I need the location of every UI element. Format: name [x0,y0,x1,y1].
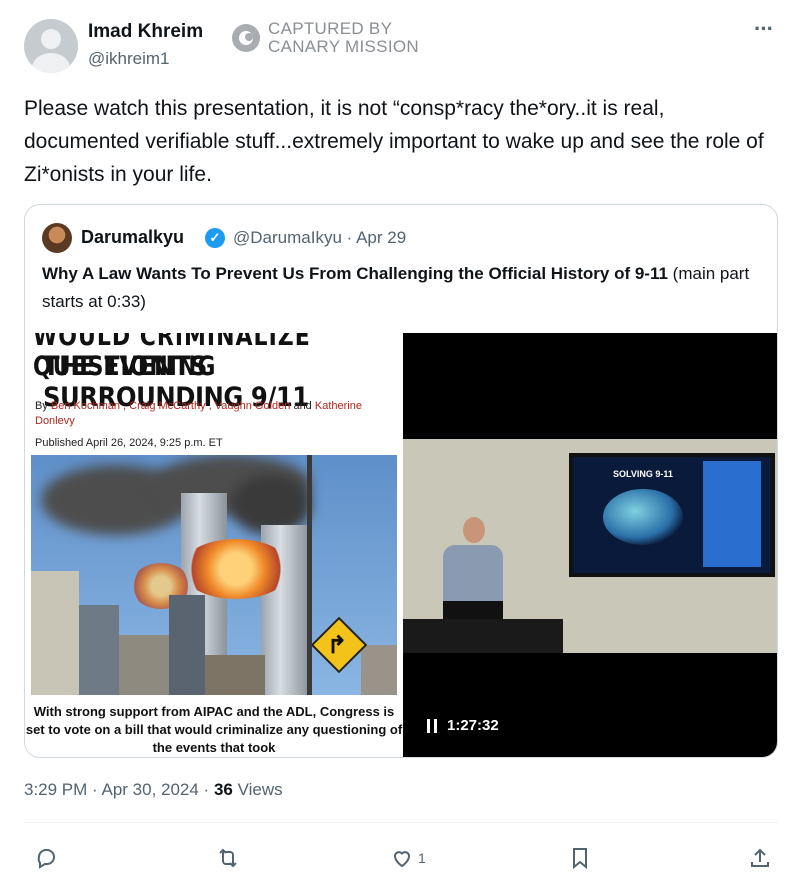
article-photo: ↱ [31,455,397,695]
quoted-author-name[interactable]: Darumalkyu [81,227,184,248]
watermark: CAPTURED BY CANARY MISSION [232,20,419,56]
quoted-author-avatar[interactable] [42,223,72,253]
quoted-tweet-text: Why A Law Wants To Prevent Us From Chall… [42,260,762,316]
reply-button[interactable] [34,840,58,876]
tweet-text: Please watch this presentation, it is no… [24,97,764,186]
article-published: Published April 26, 2024, 9:25 p.m. ET [35,437,223,449]
share-icon [751,848,769,867]
author-handle[interactable]: @ikhreim1 [88,49,170,69]
turn-arrow-icon: ↱ [327,632,348,659]
video-player[interactable]: SOLVING 9-11 1:27:32 [403,333,777,757]
canary-logo-icon [232,24,260,52]
pause-icon[interactable] [427,718,437,733]
like-count: 1 [418,850,426,866]
divider [24,822,778,823]
like-icon [393,851,411,868]
watermark-line-1: CAPTURED BY [268,19,393,38]
author-name[interactable]: Imad Khreim [88,21,203,43]
quoted-author-meta: @DarumaIkyu · Apr 29 [233,228,407,247]
video-frame: SOLVING 9-11 [403,439,777,653]
more-options-button[interactable]: ··· [754,16,774,42]
quoted-title-bold: Why A Law Wants To Prevent Us From Chall… [42,264,668,283]
bookmark-button[interactable] [568,840,592,876]
author-avatar[interactable] [24,19,78,73]
article-caption: With strong support from AIPAC and the A… [25,704,403,755]
like-button[interactable]: 1 [390,840,426,876]
watermark-line-2: CANARY MISSION [268,37,419,56]
article-byline: By Ben Kochman , Craig McCarthy , Vaughn… [35,400,362,427]
views-count: 36 [213,780,233,799]
video-duration[interactable]: 1:27:32 [427,717,499,734]
quoted-tweet-card[interactable]: Darumalkyu ✓ @DarumaIkyu · Apr 29 Why A … [24,204,778,758]
tweet-timestamp: 3:29 PM · Apr 30, 2024 · 36 Views [24,780,283,800]
action-bar: 1 [0,840,800,880]
bookmark-icon [573,848,587,870]
retweet-icon [219,848,237,868]
tweet-time[interactable]: 3:29 PM · Apr 30, 2024 · [24,780,214,799]
share-button[interactable] [748,840,772,876]
video-duration-text: 1:27:32 [447,717,499,734]
reply-icon [37,849,55,869]
retweet-button[interactable] [216,840,240,876]
views-label: Views [232,780,283,799]
slide-title: SOLVING 9-11 [613,469,673,479]
verified-badge-icon: ✓ [205,228,225,248]
article-image[interactable]: WOULD CRIMINALIZE QUESTIONING THE EVENTS… [25,333,403,757]
